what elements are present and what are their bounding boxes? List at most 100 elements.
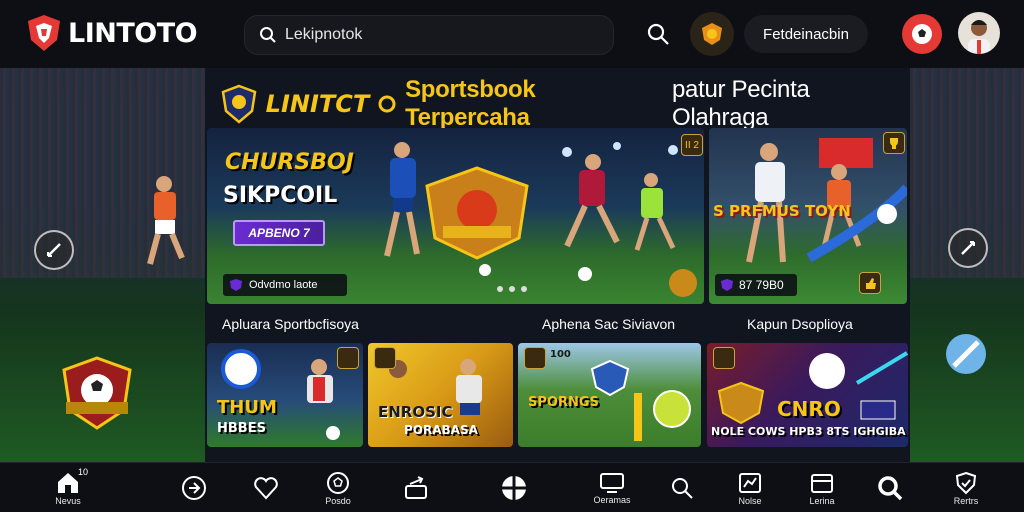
nav-stats[interactable]: Nolse [720,463,780,512]
bottom-nav: Nevus 10 Posdo Oeramas Nolse Lerina Rert… [0,462,1024,512]
nav-home[interactable]: Nevus 10 [38,463,98,512]
thumb-4-title: CNRO [777,397,841,421]
carousel-next-button[interactable] [948,228,988,268]
thumb-4-subtitle: NOLE COWS HPB3 8TS IGHGIBA [711,425,906,438]
hero-cta-button[interactable]: APBENO 7 [233,220,325,246]
sportsbook-panel: LINITCT Sportsbook Terpercaha patur Peci… [205,68,910,462]
brand-logo[interactable]: LINTOTO [26,14,198,52]
avatar[interactable] [958,12,1000,54]
nav-sports[interactable]: Posdo [308,463,368,512]
nav-casino[interactable]: Oeramas [582,463,642,512]
search-field[interactable]: Lekipnotok [244,15,614,55]
nav-favorites[interactable] [236,463,296,512]
nav-search[interactable] [652,463,712,512]
thumb-3-title: SPORNGS [528,395,599,410]
hero-footer-tag[interactable]: Odvdmo laote [223,274,347,296]
user-avatar-icon [968,20,990,54]
soccer-ball-icon [912,24,932,44]
search-button[interactable] [644,20,672,48]
top-bar: LINTOTO Lekipnotok Fetdeinacbin [0,0,1024,68]
shield-icon [230,279,242,291]
thumb-4-badge [713,347,735,369]
rewards-button[interactable] [690,12,734,56]
search-input[interactable]: Lekipnotok [285,26,362,44]
soccer-icon [327,471,349,494]
hero-banner[interactable]: II 2 CHURSBOJ SIKPCOIL APBENO 7 Odvdmo l… [207,128,704,304]
game-thumb-3[interactable]: 100 SPORNGS [518,343,701,447]
section-label-1: Apluara Sportbcfisoya [222,316,359,332]
nav-security[interactable]: Rertrs [936,463,996,512]
game-thumb-1[interactable]: THUM HBBES [207,343,363,447]
hero-footer-label: Odvdmo laote [249,279,318,291]
nav-live[interactable] [484,463,544,512]
notifications-button[interactable] [902,14,942,54]
title-main: Sportsbook Terpercaha [405,76,536,131]
carousel-dot[interactable] [521,286,527,292]
nav-wallet[interactable]: Lerina [792,463,852,512]
chart-icon [739,472,761,493]
nav-security-label: Rertrs [953,495,979,506]
side-corner-badge [883,132,905,154]
nav-home-label: Nevus [55,495,81,506]
side-promo-card[interactable]: S PRFMUS TOYN 87 79B0 [709,128,907,304]
logo-shield-icon [28,15,60,51]
title-rest: patur Pecinta Olahraga [671,76,810,131]
hero-heading-1: CHURSBOJ [225,150,354,175]
thumb-3-badge-text: 100 [550,349,571,360]
side-heading: S PRFMUS TOYN [713,202,851,220]
heart-icon [254,477,278,500]
nav-explore[interactable] [164,463,224,512]
shield-icon [721,279,733,291]
carousel-dots[interactable] [497,286,527,292]
ring-icon [378,95,396,113]
compass-icon [182,476,206,500]
title-brand: LINITCT [265,90,370,118]
left-player-figure [147,176,185,265]
thumbs-up-icon [866,278,876,289]
carousel-prev-button[interactable] [34,230,74,270]
thumb-1-subtitle: HBBES [217,421,266,436]
nav-casino-label: Oeramas [593,494,631,505]
nav-refresh[interactable] [386,463,446,512]
carousel-dot[interactable] [497,286,503,292]
app-root: LINTOTO Lekipnotok Fetdeinacbin LINITCT … [0,0,1024,512]
hero-corner-badge: II 2 [681,134,703,156]
right-emblem-icon [946,334,986,374]
game-thumb-2[interactable]: ENROSIC PORABASA [368,343,513,447]
side-footer-tag[interactable]: 87 79B0 [715,274,797,296]
hero-heading-2: SIKPCOIL [223,183,338,208]
pencil-arrow-icon [961,241,975,255]
search-icon [672,478,693,499]
search-bold-icon [878,476,903,501]
nav-find[interactable] [860,463,920,512]
wallet-icon [811,473,833,493]
left-emblem-icon [62,356,132,430]
account-action-button[interactable]: Fetdeinacbin [744,15,868,53]
nav-home-badge: 10 [78,467,89,477]
section-label-3: Kapun Dsoplioya [747,316,853,332]
search-icon [260,27,276,43]
trophy-icon [890,138,898,149]
game-thumb-4[interactable]: CNRO NOLE COWS HPB3 8TS IGHGIBA [707,343,908,447]
search-icon [647,23,669,45]
reload-icon [405,476,427,499]
shield-icon [955,471,977,494]
thumb-2-badge [374,347,396,369]
trophy-badge-icon [702,23,722,45]
thumb-3-badge-icon [524,347,546,369]
side-footer-label: 87 79B0 [739,278,784,292]
thumb-1-badge [337,347,359,369]
thumb-2-subtitle: PORABASA [404,423,478,437]
pencil-arrow-icon [47,243,61,257]
nav-stats-label: Nolse [738,495,762,506]
section-label-2: Aphena Sac Siviavon [542,316,676,332]
ball-icon [502,476,526,500]
logo-text: LINTOTO [68,17,198,49]
carousel-dot[interactable] [509,286,515,292]
page-title: LINITCT Sportsbook Terpercaha patur Peci… [220,76,910,132]
side-action-badge[interactable] [859,272,881,294]
nav-wallet-label: Lerina [809,495,835,506]
thumb-2-title: ENROSIC [378,403,453,421]
nav-sports-label: Posdo [325,495,351,506]
monitor-icon [600,472,624,493]
